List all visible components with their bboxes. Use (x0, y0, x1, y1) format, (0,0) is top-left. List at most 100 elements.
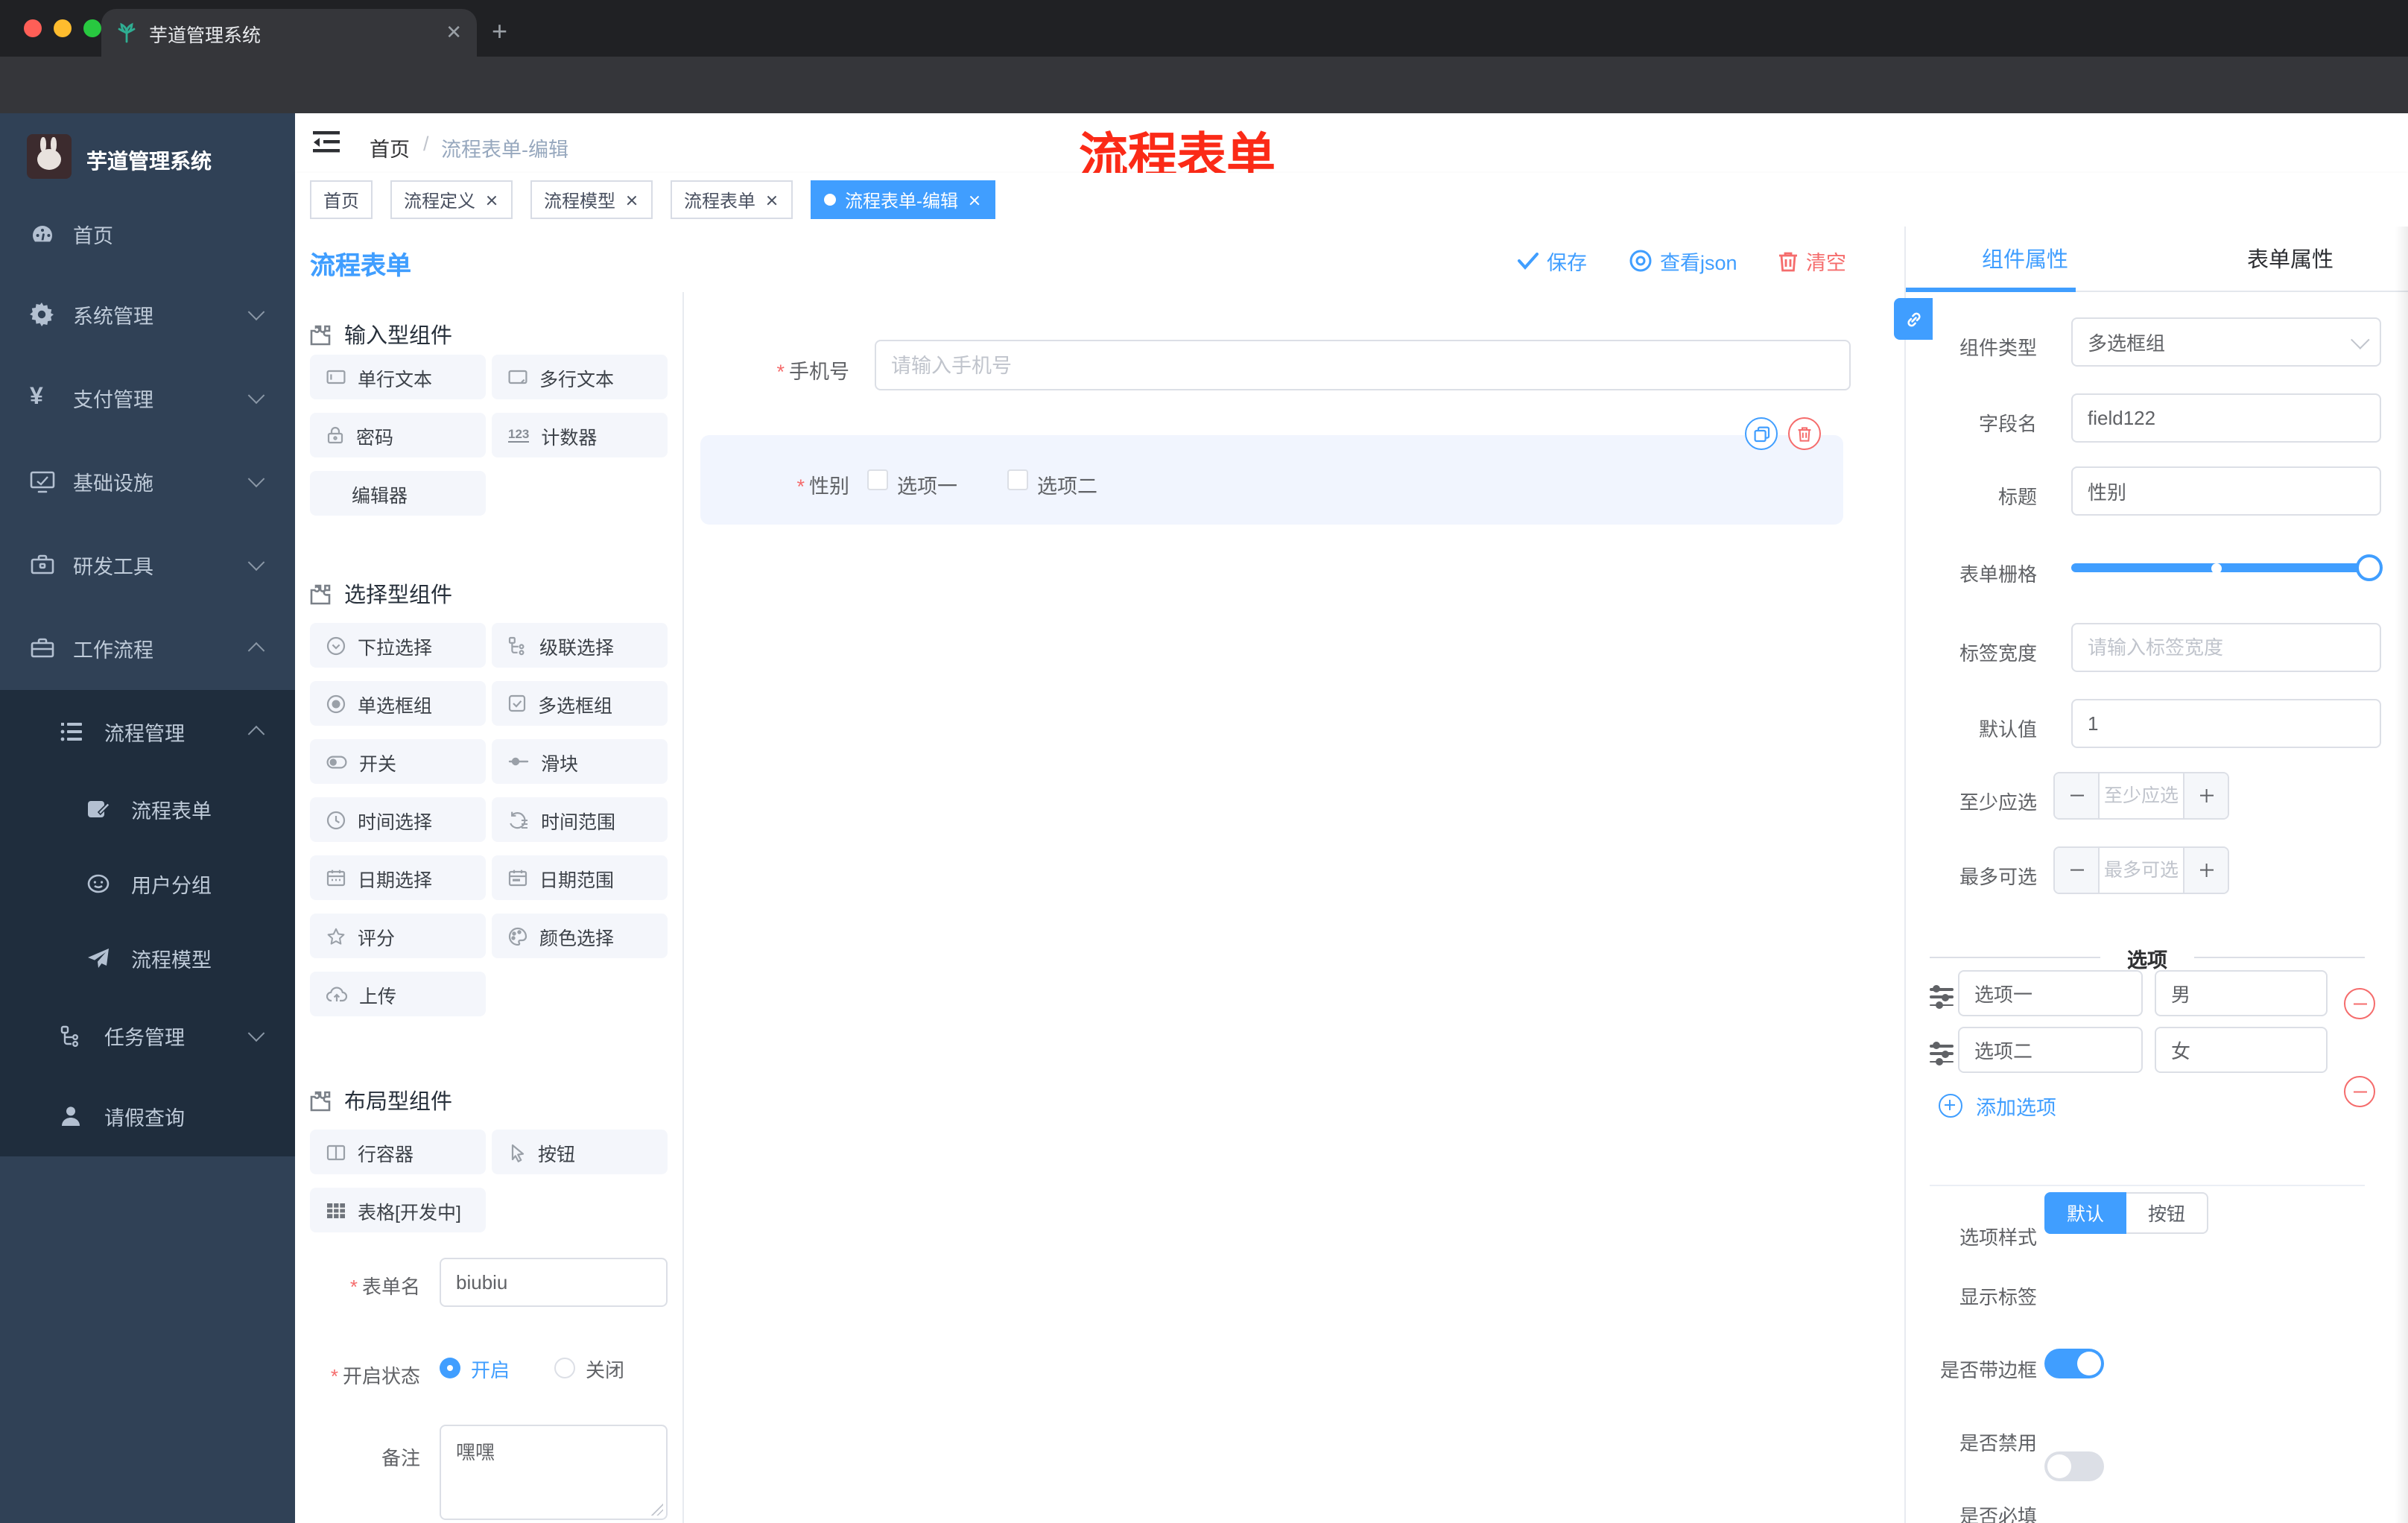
tag-close-icon[interactable] (967, 192, 982, 207)
sidebar-item-payment[interactable]: ¥ 支付管理 (0, 364, 295, 432)
option-drag-handle-icon[interactable] (1930, 1042, 1954, 1066)
tagview-process-def[interactable]: 流程定义 (390, 180, 513, 219)
title-field[interactable] (2071, 466, 2381, 516)
tag-close-icon[interactable] (624, 192, 639, 207)
stepper-minus-icon[interactable] (2055, 773, 2100, 818)
max-select-stepper[interactable]: 最多可选 (2053, 846, 2229, 894)
panel-scrollbar[interactable] (2395, 227, 2408, 1523)
radio-on[interactable] (440, 1358, 460, 1378)
sidebar-item-home[interactable]: 首页 (0, 200, 295, 268)
option-1-name-input[interactable] (1958, 970, 2143, 1016)
add-option-button[interactable]: 添加选项 (1939, 1091, 2056, 1121)
chip-table-dev[interactable]: 表格[开发中] (310, 1188, 486, 1232)
chip-dropdown[interactable]: 下拉选择 (310, 623, 486, 668)
remove-option-1-button[interactable] (2344, 988, 2375, 1019)
chip-counter[interactable]: 123 计数器 (492, 413, 668, 457)
save-button[interactable]: 保存 (1517, 246, 1587, 276)
sidebar-item-process-form[interactable]: 流程表单 (0, 775, 295, 843)
option-drag-handle-icon[interactable] (1930, 986, 1954, 1009)
stepper-plus-icon[interactable] (2183, 773, 2228, 818)
radio-on-label[interactable]: 开启 (471, 1354, 510, 1382)
chip-date-range[interactable]: 日期范围 (492, 855, 668, 900)
sidebar-item-system[interactable]: 系统管理 (0, 280, 295, 349)
sidebar-collapse-icon[interactable] (313, 130, 340, 155)
window-zoom-button[interactable] (83, 19, 101, 37)
tagview-home[interactable]: 首页 (310, 180, 373, 219)
option-1-value-input[interactable] (2155, 970, 2328, 1016)
show-label-toggle[interactable] (2044, 1349, 2104, 1378)
radio-off-label[interactable]: 关闭 (586, 1354, 624, 1382)
phone-input[interactable] (875, 340, 1851, 390)
slider-handle[interactable] (2356, 554, 2383, 581)
chip-button[interactable]: 按钮 (492, 1130, 668, 1174)
component-type-select[interactable]: 多选框组 (2071, 317, 2381, 367)
form-name-field[interactable] (440, 1258, 668, 1307)
stepper-plus-icon[interactable] (2183, 848, 2228, 893)
clear-button[interactable]: 清空 (1778, 246, 1846, 276)
stepper-minus-icon[interactable] (2055, 848, 2100, 893)
gender-option-2-label[interactable]: 选项二 (1037, 469, 1097, 499)
chip-color-picker[interactable]: 颜色选择 (492, 914, 668, 958)
browser-tab[interactable]: 芋道管理系统 ✕ (101, 9, 477, 57)
tagview-process-form[interactable]: 流程表单 (671, 180, 793, 219)
chip-multi-line-text[interactable]: 多行文本 (492, 355, 668, 399)
chip-time-picker[interactable]: 时间选择 (310, 797, 486, 842)
field-name-field[interactable] (2071, 393, 2381, 443)
field-name-input[interactable] (2071, 393, 2381, 443)
gender-option-1-label[interactable]: 选项一 (897, 469, 957, 499)
tab-form-props[interactable]: 表单属性 (2171, 227, 2408, 291)
chip-slider[interactable]: 滑块 (492, 739, 668, 784)
tab-component-props[interactable]: 组件属性 (1906, 227, 2144, 291)
chip-single-line-text[interactable]: 单行文本 (310, 355, 486, 399)
sidebar-item-infra[interactable]: 基础设施 (0, 447, 295, 516)
option-1-name-field[interactable] (1958, 970, 2143, 1016)
new-tab-button[interactable]: + (492, 18, 507, 45)
chip-rate[interactable]: 评分 (310, 914, 486, 958)
tag-close-icon[interactable] (764, 192, 779, 207)
sidebar-item-process-model[interactable]: 流程模型 (0, 924, 295, 992)
chip-checkbox-group[interactable]: 多选框组 (492, 681, 668, 726)
tagview-process-form-edit[interactable]: 流程表单-编辑 (811, 180, 995, 219)
title-input[interactable] (2071, 466, 2381, 516)
option-2-name-input[interactable] (1958, 1027, 2143, 1073)
chip-editor[interactable]: 编辑器 (310, 471, 486, 516)
sidebar-item-leave-query[interactable]: 请假查询 (0, 1082, 295, 1150)
chip-time-range[interactable]: 时间范围 (492, 797, 668, 842)
window-minimize-button[interactable] (54, 19, 72, 37)
remark-textarea[interactable]: 嘿嘿 (440, 1425, 668, 1520)
label-width-input[interactable] (2071, 623, 2381, 672)
chip-date-picker[interactable]: 日期选择 (310, 855, 486, 900)
style-default-button[interactable]: 默认 (2044, 1192, 2126, 1234)
tagview-process-model[interactable]: 流程模型 (530, 180, 653, 219)
tab-close-icon[interactable]: ✕ (446, 21, 462, 45)
chip-cascader[interactable]: 级联选择 (492, 623, 668, 668)
phone-field[interactable] (875, 340, 1851, 390)
chip-upload[interactable]: 上传 (310, 972, 486, 1016)
style-button-button[interactable]: 按钮 (2126, 1192, 2208, 1234)
chip-row-container[interactable]: 行容器 (310, 1130, 486, 1174)
sidebar-item-workflow[interactable]: 工作流程 (0, 614, 295, 683)
min-select-stepper[interactable]: 至少应选 (2053, 772, 2229, 820)
delete-component-button[interactable] (1788, 417, 1821, 450)
remove-option-2-button[interactable] (2344, 1076, 2375, 1107)
radio-off[interactable] (554, 1358, 576, 1378)
sidebar-item-task-mgmt[interactable]: 任务管理 (0, 1001, 295, 1070)
selected-component[interactable]: 性别 选项一 选项二 (700, 435, 1843, 525)
tag-close-icon[interactable] (484, 192, 499, 207)
remark-field[interactable]: 嘿嘿 (440, 1425, 668, 1520)
option-2-value-input[interactable] (2155, 1027, 2328, 1073)
view-json-button[interactable]: 查看json (1629, 246, 1737, 276)
sidebar-item-user-group[interactable]: 用户分组 (0, 849, 295, 918)
sidebar-item-process-mgmt[interactable]: 流程管理 (0, 697, 295, 766)
copy-component-button[interactable] (1745, 417, 1778, 450)
default-value-field[interactable] (2071, 699, 2381, 748)
grid-slider[interactable] (2071, 554, 2383, 581)
chip-radio-group[interactable]: 单选框组 (310, 681, 486, 726)
chip-password[interactable]: 密码 (310, 413, 486, 457)
default-value-input[interactable] (2071, 699, 2381, 748)
window-close-button[interactable] (24, 19, 42, 37)
breadcrumb-home[interactable]: 首页 (370, 133, 410, 162)
form-name-input[interactable] (440, 1258, 668, 1307)
option-2-name-field[interactable] (1958, 1027, 2143, 1073)
gender-checkbox-2[interactable] (1007, 469, 1028, 490)
